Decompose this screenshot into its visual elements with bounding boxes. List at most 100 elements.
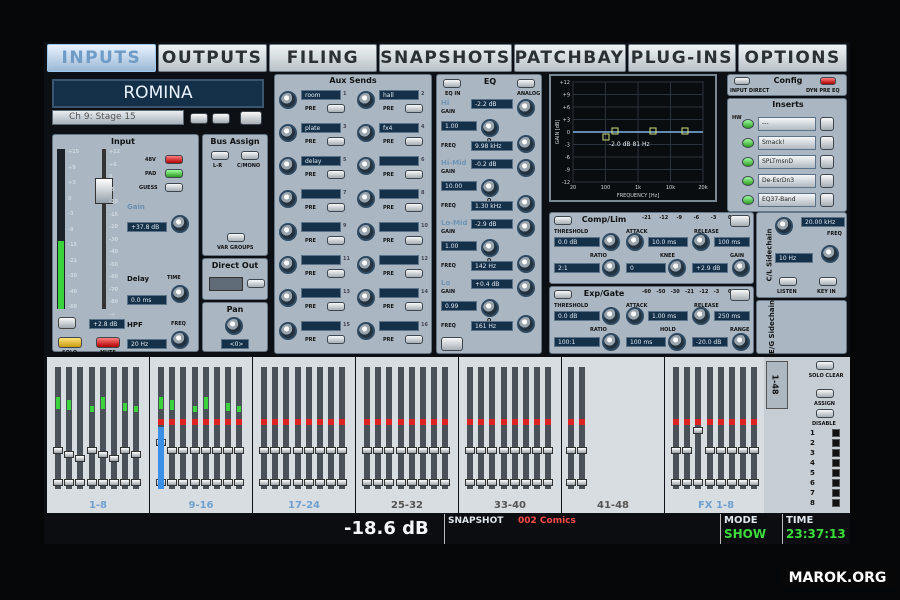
fader-cap-lower[interactable] bbox=[281, 479, 292, 486]
channel-strip[interactable] bbox=[727, 367, 737, 489]
channel-strip[interactable] bbox=[671, 367, 681, 489]
dyn-pre-eq-button[interactable] bbox=[820, 77, 836, 85]
side-checkbox[interactable] bbox=[832, 459, 840, 467]
comp-threshold-knob[interactable] bbox=[602, 233, 620, 251]
insert-bypass-button[interactable] bbox=[742, 176, 754, 186]
fader-cap[interactable] bbox=[509, 447, 520, 454]
channel-strip[interactable] bbox=[223, 367, 234, 489]
fader-cap[interactable] bbox=[281, 447, 292, 454]
insert-slot[interactable]: --- bbox=[758, 117, 816, 131]
gate-threshold[interactable]: 0.0 dB bbox=[554, 311, 600, 321]
fader-cap-lower[interactable] bbox=[200, 479, 211, 486]
pan-value[interactable]: <0> bbox=[221, 339, 249, 349]
fader-cap-lower[interactable] bbox=[259, 479, 269, 486]
assign-button[interactable] bbox=[816, 389, 834, 398]
channel-strip[interactable] bbox=[543, 367, 554, 489]
fader-cap[interactable] bbox=[465, 447, 475, 454]
fader-cap-lower[interactable] bbox=[326, 479, 337, 486]
fader-cap-lower[interactable] bbox=[212, 479, 222, 486]
aux-send-name[interactable] bbox=[379, 288, 419, 298]
fader-cap[interactable] bbox=[476, 447, 487, 454]
fader-cap[interactable] bbox=[362, 447, 372, 454]
comp-threshold[interactable]: 0.0 dB bbox=[554, 237, 600, 247]
eq-q-value[interactable]: 1.00 bbox=[441, 241, 477, 251]
channel-strip[interactable] bbox=[738, 367, 749, 489]
comp-release-knob[interactable] bbox=[692, 233, 710, 251]
eq-freq-knob[interactable] bbox=[517, 315, 535, 333]
cl-freq1-knob[interactable] bbox=[775, 217, 793, 235]
direct-out-field[interactable] bbox=[209, 277, 243, 291]
channel-strip[interactable] bbox=[97, 367, 108, 489]
fader-cap-lower[interactable] bbox=[189, 479, 200, 486]
channel-strip[interactable] bbox=[429, 367, 440, 489]
fader-cap-lower[interactable] bbox=[418, 479, 428, 486]
channel-strip[interactable] bbox=[189, 367, 200, 489]
insert-dropdown-button[interactable] bbox=[820, 155, 834, 169]
channel-strip[interactable] bbox=[120, 367, 131, 489]
fader-cap[interactable] bbox=[53, 447, 63, 454]
channel-strip[interactable] bbox=[509, 367, 520, 489]
aux-send-knob[interactable] bbox=[357, 91, 375, 109]
channel-strip[interactable] bbox=[337, 367, 348, 489]
key-in-button[interactable] bbox=[819, 277, 837, 286]
tab-plug-ins[interactable]: PLUG-INS bbox=[627, 44, 737, 72]
aux-send-name[interactable] bbox=[379, 321, 419, 331]
channel-strip[interactable] bbox=[704, 367, 715, 489]
fader-cap-lower[interactable] bbox=[395, 479, 406, 486]
tab-patchbay[interactable]: PATCHBAY bbox=[513, 44, 626, 72]
eq-freq-knob[interactable] bbox=[517, 135, 535, 153]
fader-cap[interactable] bbox=[577, 447, 588, 454]
fader-cap-lower[interactable] bbox=[738, 479, 749, 486]
channel-strip[interactable] bbox=[749, 367, 760, 489]
fader-cap[interactable] bbox=[120, 447, 131, 454]
fader-cap-lower[interactable] bbox=[532, 479, 543, 486]
aux-pre-button[interactable] bbox=[405, 137, 423, 146]
channel-strip[interactable] bbox=[178, 367, 189, 489]
fader-cap[interactable] bbox=[167, 447, 178, 454]
aux-send-knob[interactable] bbox=[279, 157, 297, 175]
channel-strip[interactable] bbox=[292, 367, 303, 489]
fader-cap-lower[interactable] bbox=[178, 479, 189, 486]
channel-strip[interactable] bbox=[715, 367, 726, 489]
eq-freq-value[interactable]: 1.30 kHz bbox=[471, 201, 513, 211]
fader-bank[interactable]: 9-16 bbox=[150, 357, 252, 513]
fader-cap-lower[interactable] bbox=[727, 479, 737, 486]
comp-attack[interactable]: 10.0 ms bbox=[648, 237, 688, 247]
insert-dropdown-button[interactable] bbox=[820, 136, 834, 150]
aux-send-name[interactable]: hall bbox=[379, 90, 419, 100]
input-direct-button[interactable] bbox=[734, 77, 750, 85]
aux-send-name[interactable] bbox=[301, 189, 341, 199]
aux-pre-button[interactable] bbox=[405, 203, 423, 212]
insert-dropdown-button[interactable] bbox=[820, 117, 834, 131]
eq-gain-knob[interactable] bbox=[517, 279, 535, 297]
channel-strip[interactable] bbox=[234, 367, 245, 489]
channel-strip[interactable] bbox=[53, 367, 63, 489]
eq-q-knob[interactable] bbox=[481, 239, 499, 257]
aux-send-knob[interactable] bbox=[279, 256, 297, 274]
channel-strip[interactable] bbox=[693, 367, 704, 489]
fader-cap-lower[interactable] bbox=[715, 479, 726, 486]
fader-cap[interactable] bbox=[418, 447, 428, 454]
fader-cap-lower[interactable] bbox=[577, 479, 588, 486]
eq-gain-knob[interactable] bbox=[517, 99, 535, 117]
eq-freq-value[interactable]: 142 Hz bbox=[471, 261, 513, 271]
aux-pre-button[interactable] bbox=[327, 170, 345, 179]
fader-cap[interactable] bbox=[406, 447, 417, 454]
listen-button[interactable] bbox=[779, 277, 797, 286]
aux-send-name[interactable]: room bbox=[301, 90, 341, 100]
tab-options[interactable]: OPTIONS bbox=[738, 44, 848, 72]
fader-bank[interactable]: 33-40 bbox=[459, 357, 561, 513]
hpf-value[interactable]: 20 Hz bbox=[127, 339, 167, 349]
comp-gain[interactable]: +2.9 dB bbox=[692, 263, 728, 273]
channel-strip[interactable] bbox=[326, 367, 337, 489]
gate-range-knob[interactable] bbox=[732, 333, 750, 351]
channel-strip[interactable] bbox=[86, 367, 97, 489]
fader-cap-lower[interactable] bbox=[315, 479, 325, 486]
aux-pre-button[interactable] bbox=[405, 302, 423, 311]
channel-strip[interactable] bbox=[303, 367, 314, 489]
channel-strip[interactable] bbox=[373, 367, 384, 489]
fader-cap-lower[interactable] bbox=[465, 479, 475, 486]
eq-q-value[interactable]: 0.99 bbox=[441, 301, 477, 311]
fader-cap-lower[interactable] bbox=[97, 479, 108, 486]
fader-cap-lower[interactable] bbox=[429, 479, 440, 486]
